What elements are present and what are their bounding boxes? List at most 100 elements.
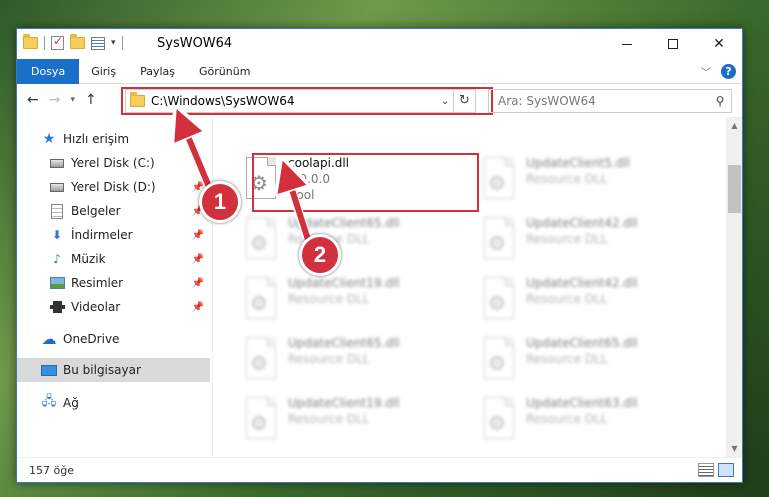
maximize-icon bbox=[668, 39, 678, 49]
tab-giris[interactable]: Giriş bbox=[79, 59, 128, 84]
file-item[interactable]: ⚙ UpdateClient42.dll Resource DLL bbox=[478, 213, 703, 271]
sidebar-item-documents[interactable]: Belgeler 📌 bbox=[49, 199, 210, 223]
sidebar-item-label: Müzik bbox=[71, 252, 106, 266]
file-item[interactable]: ⚙ UpdateClient42.dll Resource DLL bbox=[478, 273, 703, 331]
dll-file-icon: ⚙ bbox=[242, 337, 282, 385]
large-icons-view-icon[interactable] bbox=[718, 463, 734, 477]
step-badge-2: 2 bbox=[299, 234, 341, 276]
sidebar-item-downloads[interactable]: ⬇ İndirmeler 📌 bbox=[49, 223, 210, 247]
file-description: Resource DLL bbox=[288, 292, 370, 306]
dll-file-icon: ⚙ bbox=[480, 157, 520, 205]
sidebar-item-label: OneDrive bbox=[63, 332, 120, 346]
pin-icon[interactable]: 📌 bbox=[192, 254, 204, 265]
search-input[interactable]: Ara: SysWOW64 bbox=[498, 94, 709, 108]
dll-file-icon: ⚙ bbox=[480, 217, 520, 265]
toolbar-separator bbox=[44, 36, 45, 50]
file-name: UpdateClient19.dll bbox=[288, 276, 400, 290]
dll-file-icon: ⚙ bbox=[480, 337, 520, 385]
downloads-icon: ⬇ bbox=[51, 228, 63, 242]
customize-toolbar-dropdown-icon[interactable]: ▾ bbox=[111, 38, 116, 48]
file-item[interactable]: ⚙ UpdateClient19.dll Resource DLL bbox=[240, 273, 465, 331]
properties-check-icon[interactable] bbox=[51, 34, 64, 50]
toolbar-separator bbox=[121, 36, 123, 50]
sidebar-item-videos[interactable]: Videolar 📌 bbox=[49, 295, 210, 319]
sidebar-item-label: Bu bilgisayar bbox=[63, 363, 141, 377]
properties-icon[interactable] bbox=[91, 36, 105, 50]
minimize-button[interactable] bbox=[604, 29, 650, 59]
recent-locations-dropdown-icon[interactable]: ▾ bbox=[70, 95, 75, 105]
scrollbar-thumb[interactable] bbox=[728, 165, 741, 213]
file-name: UpdateClient19.dll bbox=[288, 396, 400, 410]
address-dropdown-icon[interactable]: ⌄ bbox=[437, 96, 453, 107]
file-item[interactable]: ⚙ UpdateClient19.dll Resource DLL bbox=[240, 393, 465, 451]
sidebar-item-local-disk-c[interactable]: Yerel Disk (C:) bbox=[49, 151, 210, 175]
refresh-icon[interactable]: ↻ bbox=[453, 90, 475, 112]
dll-file-icon: ⚙ bbox=[242, 397, 282, 445]
file-name: UpdateClient42.dll bbox=[526, 276, 638, 290]
forward-arrow-icon[interactable]: → bbox=[49, 92, 61, 108]
file-name: UpdateClient5.dll bbox=[526, 156, 630, 170]
pane-divider[interactable] bbox=[212, 117, 213, 457]
file-item[interactable]: ⚙ UpdateClient5.dll Resource DLL bbox=[478, 153, 703, 211]
help-icon[interactable]: ? bbox=[721, 64, 736, 79]
file-item[interactable]: ⚙ UpdateClient65.dll Resource DLL bbox=[478, 333, 703, 391]
title-bar: ▾ SysWOW64 ✕ bbox=[17, 29, 742, 59]
scroll-up-icon[interactable]: ▲ bbox=[726, 117, 742, 134]
expand-ribbon-chevron-icon[interactable]: ﹀ bbox=[701, 64, 711, 79]
vertical-scrollbar[interactable]: ▲ ▼ bbox=[726, 117, 742, 457]
address-path[interactable]: C:\Windows\SysWOW64 bbox=[151, 94, 437, 108]
up-arrow-icon[interactable]: ↑ bbox=[85, 92, 97, 108]
search-icon[interactable]: ⚲ bbox=[709, 94, 731, 108]
onedrive-icon: ☁ bbox=[41, 330, 57, 348]
sidebar-item-music[interactable]: ♪ Müzik 📌 bbox=[49, 247, 210, 271]
close-button[interactable]: ✕ bbox=[696, 29, 742, 59]
file-item[interactable]: ⚙ UpdateClient63.dll Resource DLL bbox=[478, 393, 703, 451]
file-item[interactable]: ⚙ UpdateClient65.dll Resource DLL bbox=[240, 333, 465, 391]
tab-paylas[interactable]: Paylaş bbox=[128, 59, 187, 84]
pin-icon[interactable]: 📌 bbox=[192, 302, 204, 313]
sidebar-item-network[interactable]: 🖧 Ağ bbox=[41, 391, 210, 415]
search-box[interactable]: Ara: SysWOW64 ⚲ bbox=[488, 89, 732, 113]
sidebar-item-this-pc[interactable]: Bu bilgisayar bbox=[17, 358, 210, 382]
dll-file-icon: ⚙ bbox=[242, 157, 282, 205]
sidebar-item-quick-access[interactable]: ★ Hızlı erişim bbox=[41, 127, 210, 151]
folder-icon[interactable] bbox=[23, 34, 38, 49]
file-list: ⚙ coolapi.dll 8.0.0.0 Cool ⚙ UpdateClien… bbox=[214, 117, 726, 457]
file-item-coolapi[interactable]: ⚙ coolapi.dll 8.0.0.0 Cool bbox=[240, 153, 465, 211]
file-description: Resource DLL bbox=[526, 232, 608, 246]
file-description: Resource DLL bbox=[526, 172, 608, 186]
music-icon: ♪ bbox=[53, 252, 61, 266]
pin-icon[interactable]: 📌 bbox=[192, 230, 204, 241]
sidebar-item-label: Yerel Disk (C:) bbox=[71, 156, 155, 170]
file-name: UpdateClient65.dll bbox=[526, 336, 638, 350]
this-pc-icon bbox=[41, 362, 57, 378]
tab-dosya[interactable]: Dosya bbox=[17, 59, 80, 84]
file-description: Resource DLL bbox=[288, 352, 370, 366]
sidebar-item-pictures[interactable]: Resimler 📌 bbox=[49, 271, 210, 295]
pin-icon[interactable]: 📌 bbox=[192, 278, 204, 289]
maximize-button[interactable] bbox=[650, 29, 696, 59]
minimize-icon bbox=[622, 43, 632, 45]
close-icon: ✕ bbox=[713, 36, 725, 52]
file-version: 8.0.0.0 bbox=[288, 172, 330, 186]
file-description: Resource DLL bbox=[288, 412, 370, 426]
details-view-icon[interactable] bbox=[698, 463, 714, 477]
address-bar[interactable]: C:\Windows\SysWOW64 ⌄ ↻ bbox=[125, 89, 476, 113]
window-controls: ✕ bbox=[604, 29, 742, 59]
ribbon-right-controls: ﹀ ? bbox=[701, 64, 736, 79]
sidebar-item-onedrive[interactable]: ☁ OneDrive bbox=[41, 327, 210, 351]
file-item[interactable]: ⚙ UpdateClient65.dll Resource DLL bbox=[240, 213, 465, 271]
file-name: UpdateClient63.dll bbox=[526, 396, 638, 410]
tab-gorunum[interactable]: Görünüm bbox=[187, 59, 262, 84]
back-arrow-icon[interactable]: ← bbox=[27, 92, 39, 108]
sidebar-item-label: Ağ bbox=[63, 396, 79, 410]
sidebar-item-local-disk-d[interactable]: Yerel Disk (D:) 📌 bbox=[49, 175, 210, 199]
scroll-down-icon[interactable]: ▼ bbox=[726, 440, 742, 457]
new-folder-icon[interactable] bbox=[70, 34, 85, 49]
pictures-icon bbox=[49, 275, 65, 291]
view-toggle bbox=[698, 463, 734, 477]
file-name: UpdateClient65.dll bbox=[288, 336, 400, 350]
file-description: Resource DLL bbox=[526, 292, 608, 306]
file-description: Cool bbox=[288, 188, 315, 202]
sidebar-item-label: Yerel Disk (D:) bbox=[71, 180, 156, 194]
